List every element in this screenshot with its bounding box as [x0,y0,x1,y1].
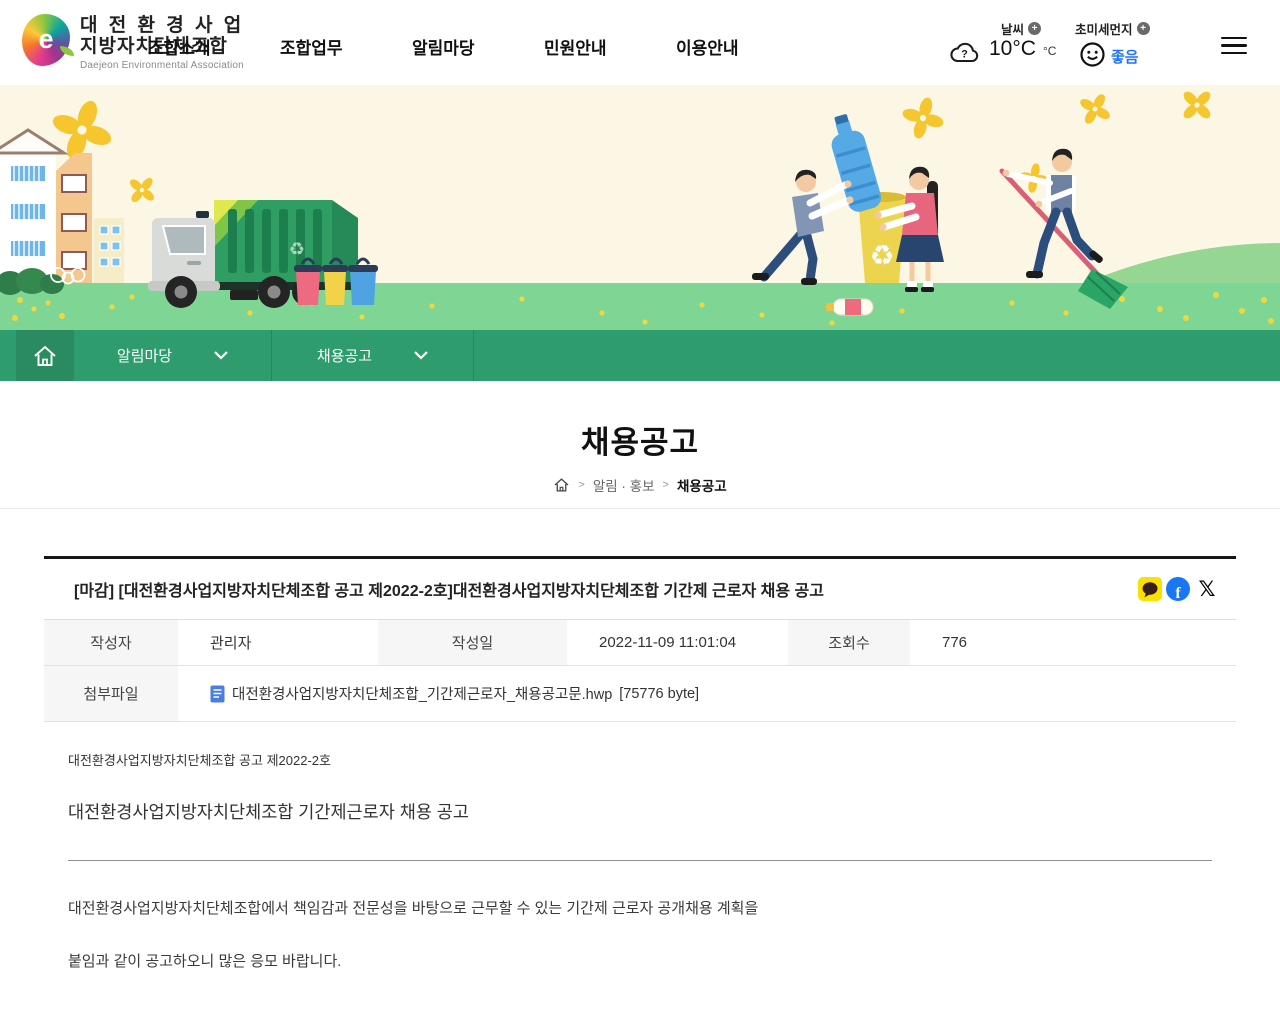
page-title: 채용공고 [580,425,700,460]
notice-number: 대전환경사업지방자치단체조합 공고 제2022-2호 [68,753,331,768]
post-title-row: [마감] [대전환경사업지방자치단체조합 공고 제2022-2호]대전환경사업지… [44,559,1236,620]
attachment-label: 첨부파일 [44,666,178,721]
breadcrumb-current: 채용공고 [676,479,727,494]
fine-dust-label: 초미세먼지 + [1075,19,1150,38]
nav-item-civil[interactable]: 민원안내 [544,34,607,59]
body-paragraph-1: 대전환경사업지방자치단체조합에서 책임감과 전문성을 바탕으로 근무할 수 있는… [68,900,759,917]
kakao-share-icon[interactable] [1138,577,1162,601]
breadcrumb-item[interactable]: 알림 · 홍보 [593,475,655,495]
site-logo-icon[interactable]: e [22,14,74,66]
share-buttons: f 𝕏 [1138,576,1220,602]
logo-subtitle: Daejeon Environmental Association [80,60,244,71]
notice-heading: 대전환경사업지방자치단체조합 기간제근로자 채용 공고 [68,802,469,822]
post-body: 대전환경사업지방자치단체조합 공고 제2022-2호 대전환경사업지방자치단체조… [44,722,1236,1024]
smiley-face-icon [1079,41,1106,73]
logo-letter: e [38,23,54,54]
nav-item-notice[interactable]: 알림마당 [412,34,475,59]
temperature-value: 10°C [989,37,1036,60]
svg-text:♻: ♻ [869,240,894,271]
lnb-depth2-selector[interactable]: 채용공고 [272,330,474,381]
breadcrumb-home-icon[interactable] [553,477,570,493]
home-button[interactable] [16,330,74,381]
post-detail: [마감] [대전환경사업지방자치단체조합 공고 제2022-2호]대전환경사업지… [44,556,1236,1024]
lnb-depth1-selector[interactable]: 알림마당 [74,330,272,381]
post-meta-row: 작성자 관리자 작성일 2022-11-09 11:01:04 조회수 776 [44,620,1236,666]
body-paragraph-2: 붙임과 같이 공고하오니 많은 응모 바랍니다. [68,953,342,970]
attachment-size: [75776 byte] [619,685,700,702]
svg-text:♻: ♻ [289,239,305,259]
weather-expand-icon[interactable]: + [1028,22,1042,35]
hamburger-menu-icon[interactable] [1221,37,1247,54]
site-header: e 대 전 환 경 사 업 지방자치단체조합 Daejeon Environme… [0,0,1280,85]
views-label: 조회수 [788,620,910,665]
facebook-share-icon[interactable]: f [1166,577,1190,601]
chevron-down-icon [214,351,228,360]
attachment-filename: 대전환경사업지방자치단체조합_기간제근로자_채용공고문.hwp [232,687,613,703]
svg-text:?: ? [961,49,968,61]
author-label: 작성자 [44,620,178,665]
dust-expand-icon[interactable]: + [1136,22,1150,35]
date-label: 작성일 [378,620,567,665]
hero-illustration: ♻ ♻ [0,80,1280,330]
dust-status-value: 좋음 [1111,49,1139,66]
local-nav-bar: 알림마당 채용공고 [0,330,1280,381]
page-title-section: 채용공고 > 알림 · 홍보 > 채용공고 [0,381,1280,509]
nav-item-guide[interactable]: 이용안내 [676,34,739,59]
author-value: 관리자 [210,635,252,652]
logo-title-line1: 대 전 환 경 사 업 [80,15,245,36]
chevron-down-icon [414,351,428,360]
body-divider [68,860,1212,861]
nav-item-business[interactable]: 조합업무 [280,34,343,59]
weather-label: 날씨 + [1001,19,1042,38]
views-value: 776 [942,634,968,651]
cloud-icon: ? [950,39,980,69]
post-title: [마감] [대전환경사업지방자치단체조합 공고 제2022-2호]대전환경사업지… [74,583,824,600]
attachment-row: 첨부파일 대전환경사업지방자치단체조합_기간제근로자_채용공고문.hwp [75… [44,666,1236,722]
page: e 대 전 환 경 사 업 지방자치단체조합 Daejeon Environme… [0,0,1280,1024]
leaf-icon [60,46,74,56]
breadcrumb: > 알림 · 홍보 > 채용공고 [0,475,1280,495]
home-icon [34,345,56,366]
attachment-link[interactable]: 대전환경사업지방자치단체조합_기간제근로자_채용공고문.hwp [75776 b… [178,666,1236,721]
file-document-icon [210,685,225,702]
date-value: 2022-11-09 11:01:04 [599,634,737,651]
nav-item-about[interactable]: 조합소개 [148,34,211,59]
x-share-icon[interactable]: 𝕏 [1194,576,1220,602]
temperature-unit: °C [1043,44,1057,58]
